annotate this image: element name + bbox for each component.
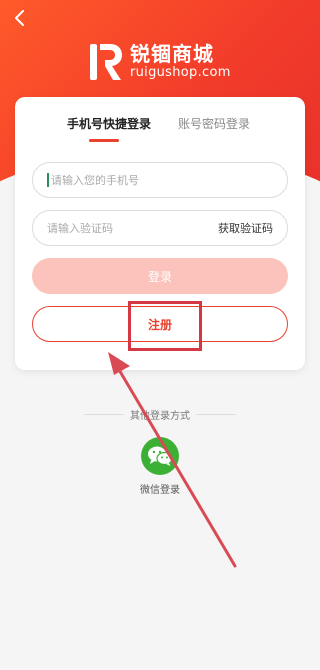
login-button[interactable]: 登录 (32, 258, 288, 294)
other-login-title: 其他登录方式 (130, 411, 190, 422)
other-login-divider: 其他登录方式 (0, 405, 320, 425)
tab-phone-login[interactable]: 手机号快捷登录 (67, 115, 151, 132)
login-card: 手机号快捷登录 账号密码登录 获取验证码 登录 注册 (15, 97, 305, 370)
brand-name: 锐锢商城 (130, 42, 214, 66)
get-code-button[interactable]: 获取验证码 (218, 220, 273, 236)
login-tabs: 手机号快捷登录 账号密码登录 (15, 115, 305, 145)
chevron-left-icon (15, 10, 24, 26)
wechat-login-label: 微信登录 (140, 485, 180, 496)
r-logo-icon (90, 44, 122, 80)
tab-account-login[interactable]: 账号密码登录 (178, 115, 250, 132)
divider-right (196, 414, 236, 415)
phone-input[interactable] (51, 173, 273, 187)
text-cursor (47, 173, 49, 187)
wechat-icon (148, 446, 173, 466)
brand-logo: 锐锢商城 ruigushop.com (88, 40, 238, 84)
annotation-arrow-line (116, 366, 237, 568)
register-button[interactable]: 注册 (32, 306, 288, 342)
back-button[interactable] (6, 4, 34, 32)
wechat-login-button[interactable] (141, 437, 179, 475)
verification-code-input[interactable] (47, 221, 218, 235)
code-field[interactable]: 获取验证码 (32, 210, 288, 246)
phone-field[interactable] (32, 162, 288, 198)
brand-domain: ruigushop.com (130, 65, 231, 80)
active-tab-indicator (89, 139, 119, 142)
